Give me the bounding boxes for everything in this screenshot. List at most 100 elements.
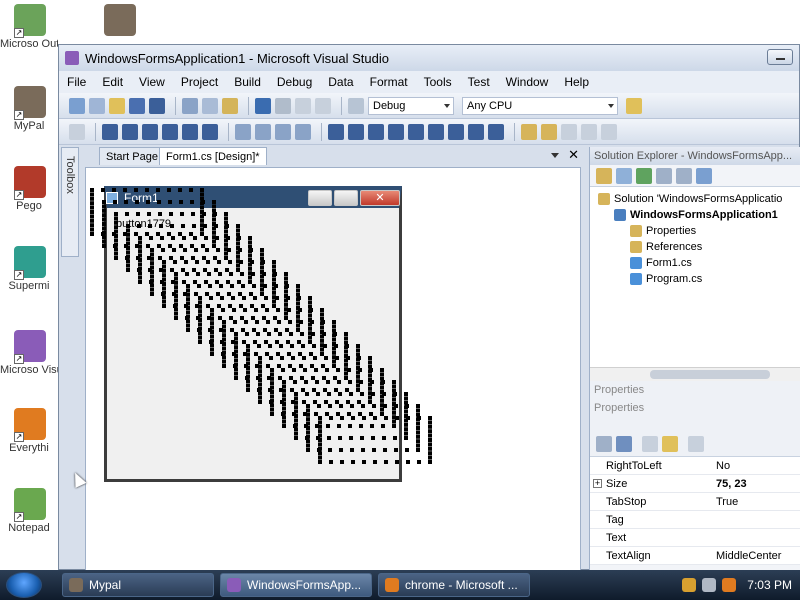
properties-icon[interactable] bbox=[596, 167, 612, 184]
align-middles-icon[interactable] bbox=[182, 123, 198, 140]
tree-item[interactable]: WindowsFormsApplication1 bbox=[614, 207, 778, 223]
tree-item[interactable]: Program.cs bbox=[630, 271, 702, 287]
remove-vertical-spacing-icon[interactable] bbox=[468, 123, 484, 140]
show-all-files-icon[interactable] bbox=[616, 167, 632, 184]
cut-icon[interactable] bbox=[182, 97, 198, 114]
open-file-icon[interactable] bbox=[109, 97, 125, 114]
redo-icon[interactable] bbox=[275, 97, 291, 114]
minimize-button[interactable] bbox=[767, 49, 793, 65]
desktop-icon[interactable]: ↗ Supermi bbox=[0, 246, 60, 292]
search-icon[interactable] bbox=[722, 578, 736, 592]
refresh-icon[interactable] bbox=[636, 167, 652, 184]
toolbox-tab[interactable]: Toolbox bbox=[61, 147, 79, 257]
align-centers-icon[interactable] bbox=[122, 123, 138, 140]
tab-form1-design[interactable]: Form1.cs [Design]* bbox=[159, 147, 267, 165]
view-designer-icon[interactable] bbox=[676, 167, 692, 184]
decrease-horizontal-spacing-icon[interactable] bbox=[368, 123, 384, 140]
properties-view-icon[interactable] bbox=[642, 435, 658, 452]
menu-build[interactable]: Build bbox=[234, 75, 261, 89]
paste-icon[interactable] bbox=[222, 97, 238, 114]
desktop-icon[interactable]: ↗ Everythi bbox=[0, 408, 60, 454]
decrease-vertical-spacing-icon[interactable] bbox=[448, 123, 464, 140]
property-row[interactable]: + Size 75, 23 bbox=[590, 475, 800, 493]
clock[interactable]: 7:03 PM bbox=[747, 578, 792, 592]
title-bar[interactable]: WindowsFormsApplication1 - Microsoft Vis… bbox=[59, 45, 799, 71]
lock-controls-icon[interactable] bbox=[561, 123, 577, 140]
bring-to-front-icon[interactable] bbox=[521, 123, 537, 140]
view-code-icon[interactable] bbox=[656, 167, 672, 184]
solution-configuration-combo[interactable]: Debug bbox=[368, 96, 454, 115]
property-pages-icon[interactable] bbox=[688, 435, 704, 452]
align-bottoms-icon[interactable] bbox=[202, 123, 218, 140]
menu-edit[interactable]: Edit bbox=[102, 75, 123, 89]
new-project-icon[interactable] bbox=[69, 97, 85, 114]
taskbar-button[interactable]: WindowsFormsApp... bbox=[220, 573, 372, 597]
scrollbar-thumb[interactable] bbox=[650, 370, 770, 379]
close-icon[interactable]: ✕ bbox=[568, 147, 579, 163]
align-lefts-icon[interactable] bbox=[102, 123, 118, 140]
property-row[interactable]: TabStop True bbox=[590, 493, 800, 511]
selection-handles-trail[interactable] bbox=[86, 168, 446, 488]
property-row[interactable]: TextAlign MiddleCenter bbox=[590, 547, 800, 565]
properties-tab[interactable]: Properties bbox=[590, 381, 800, 399]
tree-item[interactable]: Form1.cs bbox=[630, 255, 692, 271]
copy-icon[interactable] bbox=[202, 97, 218, 114]
align-tops-icon[interactable] bbox=[162, 123, 178, 140]
class-diagram-icon[interactable] bbox=[696, 167, 712, 184]
solution-explorer-header[interactable]: Solution Explorer - WindowsFormsApp... bbox=[590, 147, 800, 165]
taskbar-button[interactable]: Mypal bbox=[62, 573, 214, 597]
events-icon[interactable] bbox=[662, 435, 678, 452]
property-row[interactable]: RightToLeft No bbox=[590, 457, 800, 475]
navigate-forward-icon[interactable] bbox=[315, 97, 331, 114]
solution-platform-combo[interactable]: Any CPU bbox=[462, 96, 618, 115]
find-in-files-icon[interactable] bbox=[626, 97, 642, 114]
desktop-icon[interactable]: ↗Microso Visual S bbox=[0, 330, 60, 376]
property-row[interactable]: Text bbox=[590, 529, 800, 547]
desktop-icon[interactable]: ↗ Pego bbox=[0, 166, 60, 212]
network-icon[interactable] bbox=[682, 578, 696, 592]
tab-order-icon[interactable] bbox=[581, 123, 597, 140]
vertical-spacing-icon[interactable] bbox=[408, 123, 424, 140]
desktop-icon[interactable]: ↗Microso Outloo bbox=[0, 4, 60, 50]
align-rights-icon[interactable] bbox=[142, 123, 158, 140]
send-to-back-icon[interactable] bbox=[541, 123, 557, 140]
property-row[interactable]: Tag bbox=[590, 511, 800, 529]
make-same-width-icon[interactable] bbox=[235, 123, 251, 140]
increase-horizontal-spacing-icon[interactable] bbox=[348, 123, 364, 140]
property-value[interactable]: 75, 23 bbox=[712, 475, 800, 492]
menu-data[interactable]: Data bbox=[328, 75, 353, 89]
undo-icon[interactable] bbox=[255, 97, 271, 114]
menu-view[interactable]: View bbox=[139, 75, 165, 89]
property-value[interactable]: No bbox=[712, 457, 800, 474]
menu-project[interactable]: Project bbox=[181, 75, 218, 89]
desktop-icon[interactable]: ↗ MyPal bbox=[0, 86, 60, 132]
desktop-icon[interactable] bbox=[100, 4, 140, 36]
start-debugging-icon[interactable] bbox=[348, 97, 364, 114]
desktop-icon[interactable]: ↗ Notepad bbox=[0, 488, 60, 534]
tab-start-page[interactable]: Start Page bbox=[99, 147, 165, 165]
alphabetical-icon[interactable] bbox=[616, 435, 632, 452]
expand-icon[interactable]: + bbox=[593, 479, 602, 488]
size-to-grid-icon[interactable] bbox=[255, 123, 271, 140]
property-value[interactable] bbox=[712, 511, 800, 528]
tree-item[interactable]: Properties bbox=[630, 223, 696, 239]
menu-tools[interactable]: Tools bbox=[424, 75, 452, 89]
menu-test[interactable]: Test bbox=[468, 75, 490, 89]
align-to-grid-icon[interactable] bbox=[69, 123, 85, 140]
increase-vertical-spacing-icon[interactable] bbox=[428, 123, 444, 140]
save-all-icon[interactable] bbox=[149, 97, 165, 114]
add-item-icon[interactable] bbox=[89, 97, 105, 114]
start-button[interactable] bbox=[6, 572, 42, 598]
menu-debug[interactable]: Debug bbox=[277, 75, 312, 89]
make-same-height-icon[interactable] bbox=[275, 123, 291, 140]
property-value[interactable]: True bbox=[712, 493, 800, 510]
tree-item[interactable]: Solution 'WindowsFormsApplicatio bbox=[598, 191, 782, 207]
navigate-backward-icon[interactable] bbox=[295, 97, 311, 114]
make-same-size-icon[interactable] bbox=[295, 123, 311, 140]
form-designer-surface[interactable]: Form1 ✕ button1779 bbox=[85, 167, 581, 571]
categorized-icon[interactable] bbox=[596, 435, 612, 452]
menu-window[interactable]: Window bbox=[506, 75, 549, 89]
horizontal-spacing-icon[interactable] bbox=[328, 123, 344, 140]
menu-format[interactable]: Format bbox=[370, 75, 408, 89]
property-value[interactable]: MiddleCenter bbox=[712, 547, 800, 564]
